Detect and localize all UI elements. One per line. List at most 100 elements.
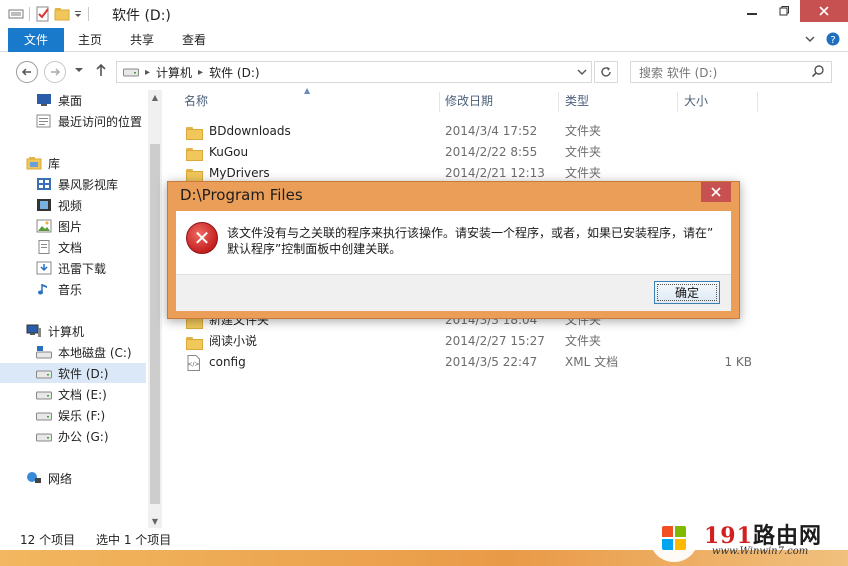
- dialog-close-button[interactable]: [701, 182, 731, 202]
- search-icon[interactable]: [811, 64, 825, 81]
- tab-share[interactable]: 共享: [118, 28, 166, 52]
- dialog-title: D:\Program Files: [180, 186, 303, 204]
- dialog-body: ✕ 该文件没有与之关联的程序来执行该操作。请安装一个程序，或者，如果已安装程序，…: [176, 211, 731, 311]
- file-name-cell: BDdownloads: [186, 121, 291, 142]
- address-history-dropdown[interactable]: [573, 62, 591, 82]
- picture-icon: [36, 219, 52, 233]
- sidebar-item-thunder-downloads[interactable]: 迅雷下载: [36, 258, 106, 278]
- sidebar-item-label: 网络: [48, 471, 73, 486]
- sidebar-item-label: 办公 (G:): [58, 429, 109, 444]
- sidebar-item-label: 桌面: [58, 93, 83, 108]
- restore-button[interactable]: [768, 0, 800, 22]
- window-controls: [736, 0, 848, 22]
- qat-dropdown-icon[interactable]: [73, 7, 83, 21]
- dialog-message-line: 默认程序”控制面板中创建关联。: [227, 242, 402, 256]
- minimize-button[interactable]: [736, 0, 768, 22]
- minimize-icon: [747, 13, 757, 15]
- file-date: 2014/2/27 15:27: [445, 334, 545, 348]
- close-icon: [711, 187, 721, 197]
- navigation-scrollbar[interactable]: ▲ ▼: [148, 90, 162, 528]
- watermark-url: www.Winwin7.com: [712, 546, 809, 557]
- window-title: 软件 (D:): [112, 8, 171, 24]
- svg-text:</>: </>: [187, 361, 199, 368]
- column-header-size[interactable]: 大小: [684, 88, 708, 114]
- title-bar: 软件 (D:): [0, 0, 848, 28]
- sidebar-item-drive-g[interactable]: 办公 (G:): [36, 426, 109, 446]
- column-divider[interactable]: [757, 92, 758, 112]
- new-folder-icon[interactable]: [54, 6, 70, 22]
- back-button[interactable]: [16, 61, 38, 83]
- chevron-down-icon: [577, 69, 587, 75]
- file-type: 文件夹: [565, 334, 602, 348]
- scroll-up-icon[interactable]: ▲: [148, 90, 162, 104]
- close-button[interactable]: [800, 0, 848, 22]
- selection-count: 选中 1 个项目: [96, 533, 172, 547]
- breadcrumb-separator[interactable]: ▸: [145, 67, 150, 78]
- breadcrumb-separator[interactable]: ▸: [198, 67, 203, 78]
- sidebar-item-drive-e[interactable]: 文档 (E:): [36, 384, 107, 404]
- error-dialog: D:\Program Files ✕ 该文件没有与之关联的程序来执行该操作。请安…: [167, 181, 740, 319]
- drive-icon: [36, 433, 52, 442]
- scroll-down-icon[interactable]: ▼: [148, 514, 162, 528]
- sidebar-item-documents[interactable]: 文档: [36, 237, 82, 257]
- dialog-footer: 确定: [176, 274, 731, 311]
- folder-icon: [186, 336, 203, 350]
- window-menu-icon[interactable]: [8, 7, 24, 21]
- chevron-down-icon[interactable]: [804, 32, 816, 46]
- search-placeholder: 搜索 软件 (D:): [639, 65, 718, 80]
- sidebar-item-label: 视频: [58, 198, 83, 213]
- sidebar-item-pictures[interactable]: 图片: [36, 216, 82, 236]
- tab-file[interactable]: 文件: [8, 28, 64, 52]
- refresh-button[interactable]: [594, 61, 618, 83]
- breadcrumb-drive-d[interactable]: 软件 (D:): [209, 64, 259, 81]
- file-row[interactable]: 阅读小说 2014/2/27 15:27 文件夹: [168, 331, 848, 352]
- column-header-name[interactable]: 名称: [184, 88, 208, 114]
- column-divider[interactable]: [439, 92, 440, 112]
- sidebar-item-network[interactable]: 网络: [26, 468, 72, 488]
- sidebar-item-music[interactable]: 音乐: [36, 279, 82, 299]
- file-name-cell: KuGou: [186, 142, 248, 163]
- file-row[interactable]: BDdownloads 2014/3/4 17:52 文件夹: [168, 121, 848, 142]
- help-icon[interactable]: ?: [826, 32, 840, 46]
- sidebar-item-drive-d[interactable]: 软件 (D:): [0, 363, 146, 383]
- column-header-type[interactable]: 类型: [565, 88, 589, 114]
- ok-button[interactable]: 确定: [654, 281, 720, 304]
- video-library-icon: [37, 178, 51, 190]
- computer-icon: [26, 324, 41, 337]
- sidebar-item-label: 库: [48, 156, 61, 171]
- navigation-pane: 桌面 最近访问的位置 库 暴风影视库 视频 图片 文档 迅雷下载 音乐 计算机 …: [0, 88, 148, 528]
- windows-flag-icon: [662, 526, 686, 550]
- dialog-message-line: 该文件没有与之关联的程序来执行该操作。请安装一个程序，或者，如果已安装程序，请在…: [227, 226, 714, 240]
- column-header-date[interactable]: 修改日期: [445, 88, 493, 114]
- library-icon: [26, 157, 42, 170]
- sidebar-item-video-library[interactable]: 暴风影视库: [36, 174, 118, 194]
- breadcrumb-computer[interactable]: 计算机: [156, 64, 192, 81]
- sidebar-item-drive-c[interactable]: 本地磁盘 (C:): [36, 342, 132, 362]
- tab-home[interactable]: 主页: [66, 28, 114, 52]
- sidebar-item-label: 娱乐 (F:): [58, 408, 106, 423]
- search-input[interactable]: 搜索 软件 (D:): [630, 61, 832, 83]
- file-type: XML 文档: [565, 355, 619, 369]
- network-icon: [27, 472, 41, 483]
- file-row[interactable]: </> config 2014/3/5 22:47 XML 文档 1 KB: [168, 352, 848, 373]
- sidebar-item-computer[interactable]: 计算机: [26, 321, 84, 341]
- tab-view[interactable]: 查看: [170, 28, 218, 52]
- properties-icon[interactable]: [35, 6, 51, 22]
- file-type: 文件夹: [565, 145, 602, 159]
- column-divider[interactable]: [558, 92, 559, 112]
- address-bar[interactable]: ▸ 计算机 ▸ 软件 (D:): [116, 61, 592, 83]
- sidebar-item-libraries[interactable]: 库: [26, 153, 60, 173]
- sidebar-item-videos[interactable]: 视频: [36, 195, 82, 215]
- sidebar-item-drive-f[interactable]: 娱乐 (F:): [36, 405, 105, 425]
- folder-icon: [186, 126, 203, 140]
- column-divider[interactable]: [677, 92, 678, 112]
- up-button[interactable]: [94, 62, 108, 81]
- sidebar-item-desktop[interactable]: 桌面: [36, 90, 82, 110]
- quick-access-toolbar: [8, 5, 91, 23]
- file-row[interactable]: KuGou 2014/2/22 8:55 文件夹: [168, 142, 848, 163]
- chevron-down-icon: [75, 68, 83, 72]
- scroll-thumb[interactable]: [150, 144, 160, 504]
- forward-button[interactable]: [44, 61, 66, 83]
- recent-locations-button[interactable]: [74, 63, 84, 80]
- sidebar-item-recent-places[interactable]: 最近访问的位置: [36, 111, 142, 131]
